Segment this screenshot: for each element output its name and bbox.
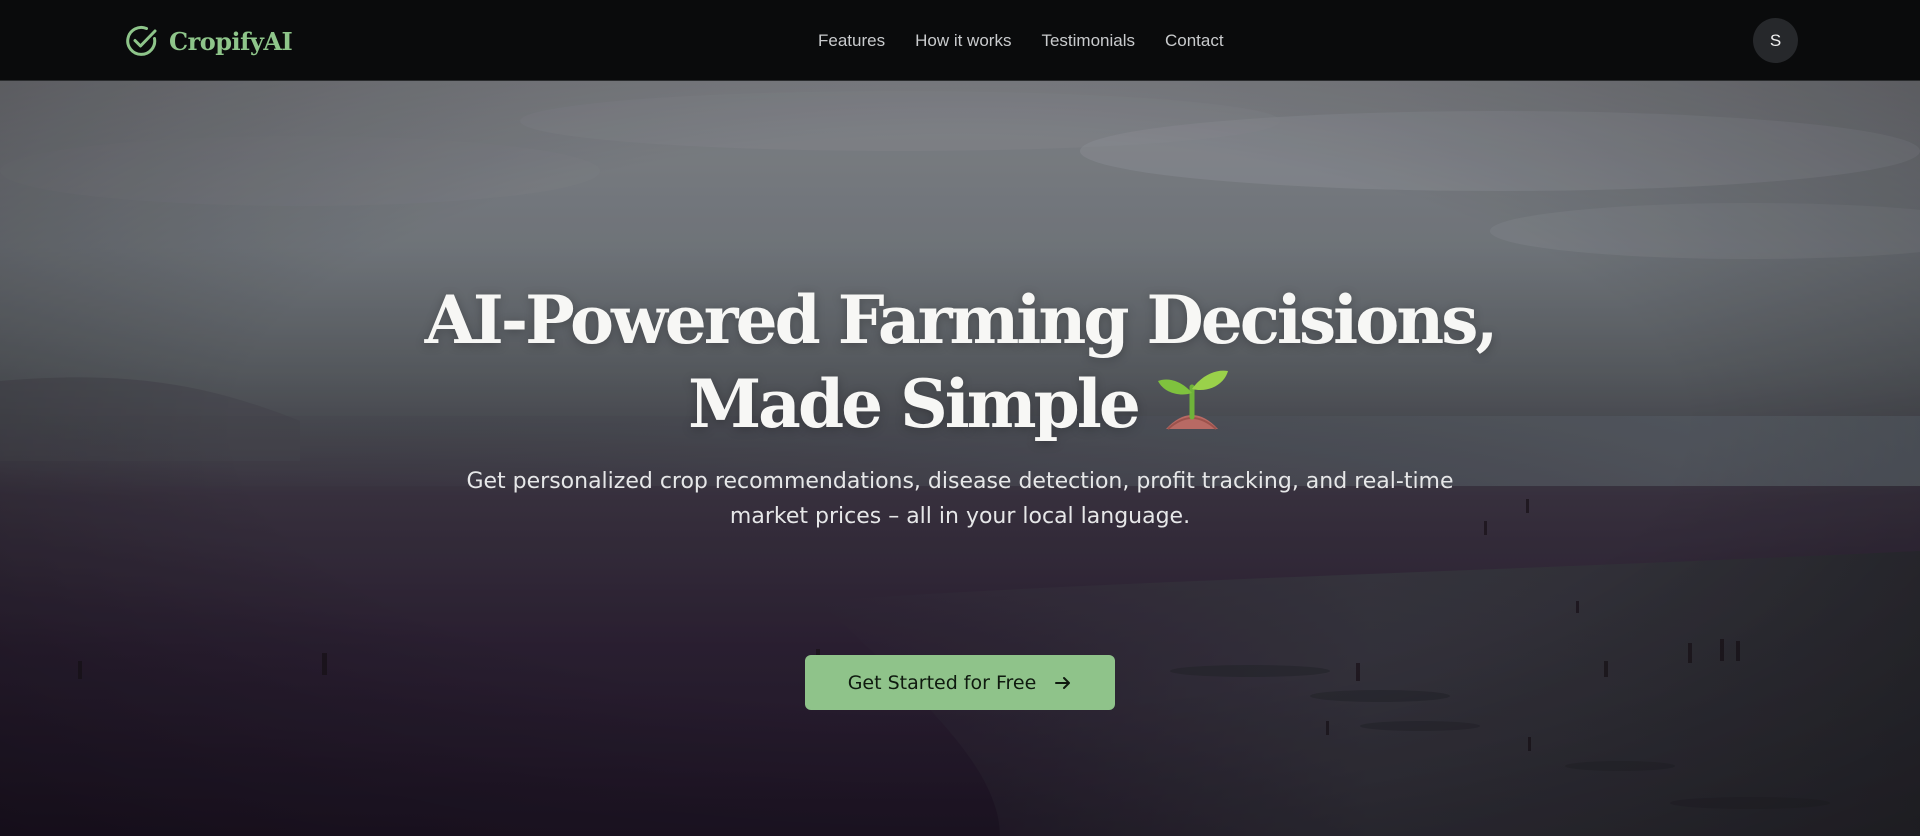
top-navigation-bar: CropifyAI Features How it works Testimon… (0, 0, 1920, 81)
brand-logo-link[interactable]: CropifyAI (124, 22, 293, 60)
nav-link-testimonials[interactable]: Testimonials (1041, 31, 1135, 51)
hero-headline-line-2: Made Simple (360, 357, 1560, 441)
get-started-button-label: Get Started for Free (847, 671, 1037, 694)
nav-link-contact[interactable]: Contact (1165, 31, 1224, 51)
check-circle-icon (126, 25, 157, 56)
main-nav: Features How it works Testimonials Conta… (818, 0, 1224, 81)
user-avatar-button[interactable]: S (1753, 18, 1798, 63)
arrow-right-icon (1055, 676, 1071, 689)
brand-name: CropifyAI (169, 26, 293, 56)
hero-headline-line-2-text: Made Simple (688, 365, 1141, 443)
nav-link-how-it-works[interactable]: How it works (915, 31, 1011, 51)
nav-link-features[interactable]: Features (818, 31, 885, 51)
seedling-icon (1157, 370, 1228, 430)
hero-headline-line-1: AI-Powered Farming Decisions, (424, 281, 1499, 359)
hero-section: AI-Powered Farming Decisions, Made Simpl… (0, 81, 1920, 836)
hero-subtitle: Get personalized crop recommendations, d… (466, 469, 1454, 529)
hero-headline: AI-Powered Farming Decisions, Made Simpl… (360, 283, 1560, 441)
hero-content: AI-Powered Farming Decisions, Made Simpl… (0, 81, 1920, 836)
get-started-button[interactable]: Get Started for Free (805, 655, 1115, 710)
